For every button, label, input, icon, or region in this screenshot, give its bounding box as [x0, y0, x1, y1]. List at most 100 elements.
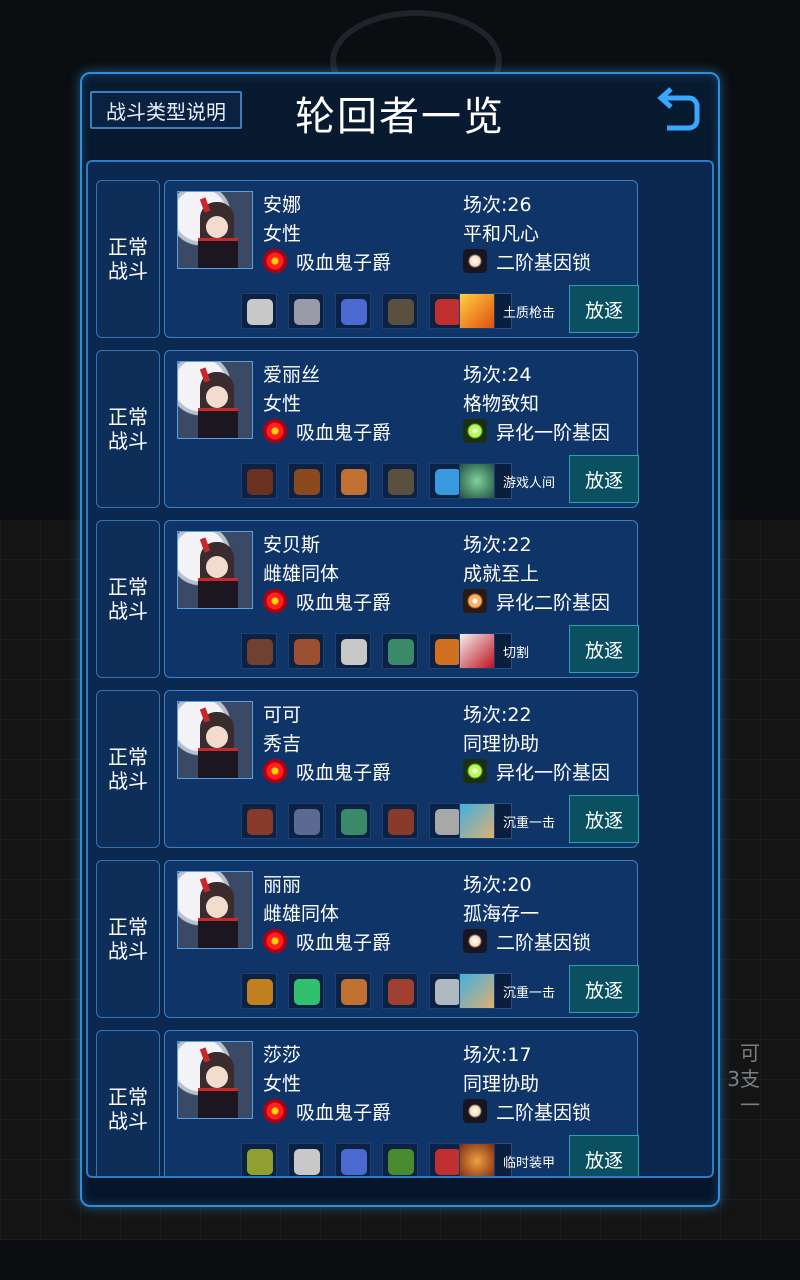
character-portrait[interactable] [177, 531, 253, 609]
helmet-icon [388, 979, 414, 1005]
battle-type-label: 正常 战斗 [108, 745, 148, 793]
equipment-slot[interactable] [382, 973, 418, 1009]
fire-shot-icon[interactable] [459, 293, 495, 329]
match-count: 场次:17 [463, 1044, 532, 1066]
equipment-slot[interactable] [382, 803, 418, 839]
green-armor-icon [388, 639, 414, 665]
equipment-slot[interactable] [241, 1143, 277, 1176]
back-arrow-icon[interactable] [655, 86, 701, 132]
gene-star-icon [463, 589, 487, 613]
skill-name: 临时装甲 [503, 1156, 556, 1171]
punch-icon[interactable] [459, 803, 495, 839]
equipment-slot[interactable] [382, 463, 418, 499]
equipment-slot[interactable] [382, 1143, 418, 1176]
roster-list[interactable]: 正常 战斗 安娜 女性 吸血鬼子爵 场次:26 平和凡心 二阶基因锁 土质枪击 … [86, 160, 714, 1178]
equipment-slot[interactable] [241, 973, 277, 1009]
equipment-slot[interactable] [288, 633, 324, 669]
gene-star-icon [463, 1099, 487, 1123]
boots-icon [247, 639, 273, 665]
gene-star-icon [463, 249, 487, 273]
gene-star-icon [463, 929, 487, 953]
equipment-slot[interactable] [241, 293, 277, 329]
battle-type-tag: 正常 战斗 [96, 1030, 160, 1176]
match-count: 场次:26 [463, 194, 532, 216]
roster-row: 正常 战斗 安娜 女性 吸血鬼子爵 场次:26 平和凡心 二阶基因锁 土质枪击 … [96, 180, 644, 338]
exile-button[interactable]: 放逐 [569, 285, 639, 333]
background-text-line: 3支 [727, 1067, 760, 1091]
roster-row: 正常 战斗 爱丽丝 女性 吸血鬼子爵 场次:24 格物致知 异化一阶基因 游戏人… [96, 350, 644, 508]
sword-icon [435, 639, 461, 665]
character-name: 安贝斯 [263, 534, 321, 556]
slash-icon[interactable] [459, 633, 495, 669]
vampire-eye-icon [263, 759, 287, 783]
gene-lock: 二阶基因锁 [496, 932, 592, 954]
character-portrait[interactable] [177, 1041, 253, 1119]
character-class: 吸血鬼子爵 [296, 592, 392, 614]
equipment-slot[interactable] [288, 973, 324, 1009]
equipment-slot[interactable] [335, 973, 371, 1009]
equipment-slot[interactable] [288, 1143, 324, 1176]
equipment-slot[interactable] [335, 1143, 371, 1176]
bracer-icon [341, 979, 367, 1005]
character-trait: 平和凡心 [463, 223, 540, 245]
greaves-icon [294, 809, 320, 835]
treasure-icon [247, 979, 273, 1005]
frog-icon[interactable] [459, 463, 495, 499]
character-portrait[interactable] [177, 191, 253, 269]
character-trait: 同理协助 [463, 733, 540, 755]
character-portrait[interactable] [177, 871, 253, 949]
character-portrait[interactable] [177, 361, 253, 439]
character-card[interactable]: 安娜 女性 吸血鬼子爵 场次:26 平和凡心 二阶基因锁 土质枪击 放逐 [164, 180, 639, 338]
character-name: 安娜 [263, 194, 302, 216]
equipment-slot[interactable] [241, 803, 277, 839]
character-card[interactable]: 莎莎 女性 吸血鬼子爵 场次:17 同理协助 二阶基因锁 临时装甲 放逐 [164, 1030, 639, 1176]
shield-orb-icon[interactable] [459, 1143, 495, 1176]
pistol-icon [435, 979, 461, 1005]
character-card[interactable]: 爱丽丝 女性 吸血鬼子爵 场次:24 格物致知 异化一阶基因 游戏人间 放逐 [164, 350, 639, 508]
gene-lock: 异化一阶基因 [496, 422, 611, 444]
battle-type-tag: 正常 战斗 [96, 180, 160, 338]
skill-name: 切割 [503, 646, 530, 661]
exile-button[interactable]: 放逐 [569, 455, 639, 503]
character-card[interactable]: 可可 秀吉 吸血鬼子爵 场次:22 同理协助 异化一阶基因 沉重一击 放逐 [164, 690, 639, 848]
battle-type-tag: 正常 战斗 [96, 520, 160, 678]
green-armor-icon [341, 809, 367, 835]
necklace-icon [294, 1149, 320, 1175]
vampire-eye-icon [263, 589, 287, 613]
character-card[interactable]: 安贝斯 雌雄同体 吸血鬼子爵 场次:22 成就至上 异化二阶基因 切割 放逐 [164, 520, 639, 678]
character-class: 吸血鬼子爵 [296, 762, 392, 784]
equipment-slot[interactable] [335, 293, 371, 329]
equipment-slot[interactable] [335, 463, 371, 499]
equipment-slot[interactable] [241, 463, 277, 499]
exile-button[interactable]: 放逐 [569, 965, 639, 1013]
punch-icon[interactable] [459, 973, 495, 1009]
equipment-slot[interactable] [335, 803, 371, 839]
exile-button[interactable]: 放逐 [569, 795, 639, 843]
battle-type-label: 正常 战斗 [108, 405, 148, 453]
character-portrait[interactable] [177, 701, 253, 779]
gene-lock: 二阶基因锁 [496, 1102, 592, 1124]
roster-row: 正常 战斗 可可 秀吉 吸血鬼子爵 场次:22 同理协助 异化一阶基因 沉重一击… [96, 690, 644, 848]
exile-button[interactable]: 放逐 [569, 1135, 639, 1176]
equipment-slot[interactable] [382, 633, 418, 669]
hat-icon [247, 469, 273, 495]
scroll-icon [247, 1149, 273, 1175]
equipment-slot[interactable] [335, 633, 371, 669]
potion-icon [294, 979, 320, 1005]
battle-type-tag: 正常 战斗 [96, 860, 160, 1018]
character-class: 吸血鬼子爵 [296, 252, 392, 274]
equipment-slot[interactable] [241, 633, 277, 669]
equipment-slot[interactable] [288, 803, 324, 839]
character-name: 爱丽丝 [263, 364, 321, 386]
character-gender: 女性 [263, 223, 302, 245]
equipment-slot[interactable] [288, 463, 324, 499]
equipment-slot[interactable] [288, 293, 324, 329]
blue-blade-icon [435, 469, 461, 495]
gene-lock: 异化一阶基因 [496, 762, 611, 784]
character-card[interactable]: 丽丽 雌雄同体 吸血鬼子爵 场次:20 孤海存一 二阶基因锁 沉重一击 放逐 [164, 860, 639, 1018]
exile-button[interactable]: 放逐 [569, 625, 639, 673]
equipment-slot[interactable] [382, 293, 418, 329]
arm-guard-icon [341, 299, 367, 325]
leather-armor-icon [388, 809, 414, 835]
battle-type-tag: 正常 战斗 [96, 350, 160, 508]
